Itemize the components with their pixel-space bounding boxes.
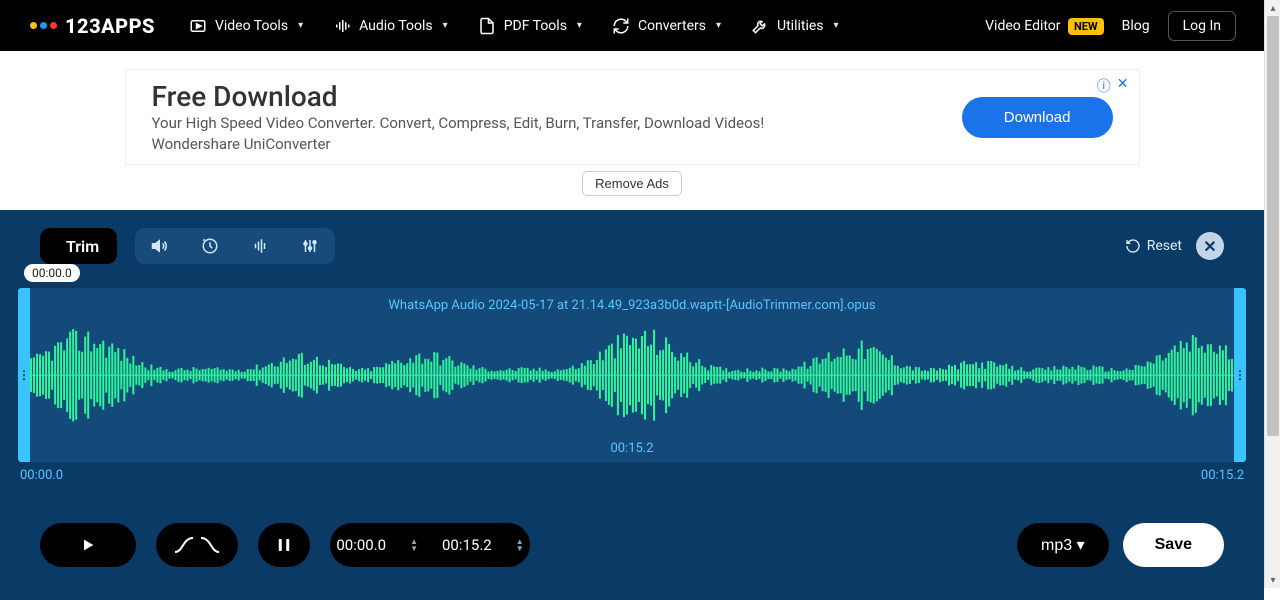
nav-video-tools[interactable]: Video Tools ▾ <box>189 17 303 35</box>
reset-label: Reset <box>1147 238 1182 254</box>
audio-editor: Trim Reset <box>0 210 1264 600</box>
close-icon: ✕ <box>1203 237 1216 256</box>
nav-label: Converters <box>638 18 706 34</box>
ad-banner[interactable]: ⓘ ✕ Free Download Your High Speed Video … <box>125 69 1140 165</box>
save-button[interactable]: Save <box>1123 523 1224 567</box>
reset-button[interactable]: Reset <box>1125 238 1182 254</box>
ad-close-icon[interactable]: ✕ <box>1117 76 1129 96</box>
tool-label: Trim <box>66 237 99 256</box>
scroll-up-icon[interactable]: ▴ <box>1265 0 1280 16</box>
brand[interactable]: 123APPS <box>30 14 155 38</box>
playback-controls: 00:00.0 ▲▼ 00:15.2 ▲▼ mp3 ▾ Save <box>40 523 1224 567</box>
waveform-region: 00:00.0 WhatsApp Audio 2024-05-17 at 21.… <box>18 288 1246 483</box>
ad-title: Free Download <box>152 80 962 113</box>
nav-blog[interactable]: Blog <box>1122 18 1150 34</box>
volume-tool-button[interactable] <box>135 228 185 264</box>
split-button[interactable] <box>258 523 310 567</box>
fade-button[interactable] <box>156 523 238 567</box>
trim-tool-button[interactable]: Trim <box>40 228 117 264</box>
nav-right: Video Editor NEW Blog Log In <box>985 11 1236 41</box>
speed-tool-button[interactable] <box>185 228 235 264</box>
fade-icon <box>173 536 221 554</box>
nav-label: Audio Tools <box>359 18 433 34</box>
pitch-tool-button[interactable] <box>235 228 285 264</box>
video-icon <box>189 17 207 35</box>
audio-icon <box>333 17 351 35</box>
remove-ads-button[interactable]: Remove Ads <box>582 171 682 196</box>
nav-converters[interactable]: Converters ▾ <box>612 17 721 35</box>
time-start-value: 00:00.0 <box>336 536 386 554</box>
page-scrollbar[interactable]: ▴ ▾ <box>1264 0 1280 588</box>
chevron-down-icon: ▾ <box>716 20 721 31</box>
nav-pdf-tools[interactable]: PDF Tools ▾ <box>478 17 582 35</box>
brand-text: 123APPS <box>65 14 155 38</box>
chevron-down-icon: ▾ <box>834 20 839 31</box>
ad-info-icon[interactable]: ⓘ <box>1097 76 1111 96</box>
nav-utilities[interactable]: Utilities ▾ <box>751 17 839 35</box>
nav-label: Video Tools <box>215 18 288 34</box>
play-icon <box>80 537 96 553</box>
link-label: Video Editor <box>985 18 1060 34</box>
nav-video-editor[interactable]: Video Editor NEW <box>985 18 1103 34</box>
trim-start-handle[interactable] <box>18 288 30 462</box>
trim-end-handle[interactable] <box>1234 288 1246 462</box>
pdf-icon <box>478 17 496 35</box>
ad-description: Your High Speed Video Converter. Convert… <box>152 113 832 154</box>
duration-label: 00:15.2 <box>18 441 1246 456</box>
nav-audio-tools[interactable]: Audio Tools ▾ <box>333 17 448 35</box>
chevron-down-icon: ▾ <box>298 20 303 31</box>
waveform-canvas[interactable]: WhatsApp Audio 2024-05-17 at 21.14.49_92… <box>18 288 1246 462</box>
time-end-value: 00:15.2 <box>442 536 492 554</box>
utility-icon <box>751 17 769 35</box>
playhead-time-bubble: 00:00.0 <box>24 264 80 282</box>
brand-dots-icon <box>30 22 57 29</box>
timeline-start: 00:00.0 <box>20 468 63 483</box>
pitch-icon <box>251 237 269 255</box>
format-select-button[interactable]: mp3 ▾ <box>1017 523 1109 567</box>
nav-items: Video Tools ▾ Audio Tools ▾ PDF Tools ▾ … <box>189 17 839 35</box>
login-button[interactable]: Log In <box>1168 11 1236 41</box>
time-end-stepper[interactable]: ▲▼ <box>516 538 524 552</box>
convert-icon <box>612 17 630 35</box>
ad-wrapper: ⓘ ✕ Free Download Your High Speed Video … <box>125 69 1140 196</box>
time-start-stepper[interactable]: ▲▼ <box>410 538 418 552</box>
equalizer-tool-button[interactable] <box>285 228 335 264</box>
reset-icon <box>1125 238 1141 254</box>
chevron-down-icon: ▾ <box>443 20 448 31</box>
timeline-end: 00:15.2 <box>1201 468 1244 483</box>
split-icon <box>275 536 293 554</box>
chevron-down-icon: ▾ <box>577 20 582 31</box>
editor-toolbar: Trim Reset <box>0 228 1264 274</box>
scroll-down-icon[interactable]: ▾ <box>1265 572 1280 588</box>
close-button[interactable]: ✕ <box>1196 232 1224 260</box>
audio-filename: WhatsApp Audio 2024-05-17 at 21.14.49_92… <box>18 298 1246 313</box>
equalizer-icon <box>301 237 319 255</box>
new-badge: NEW <box>1068 18 1104 35</box>
play-button[interactable] <box>40 523 136 567</box>
nav-label: PDF Tools <box>504 18 567 34</box>
time-range-control[interactable]: 00:00.0 ▲▼ 00:15.2 ▲▼ <box>330 523 530 567</box>
top-nav: 123APPS Video Tools ▾ Audio Tools ▾ PDF … <box>0 0 1264 51</box>
volume-icon <box>151 237 169 255</box>
speed-icon <box>201 237 219 255</box>
scroll-thumb[interactable] <box>1267 16 1279 436</box>
ad-download-button[interactable]: Download <box>962 97 1113 138</box>
waveform-svg <box>30 318 1234 432</box>
nav-label: Utilities <box>777 18 824 34</box>
